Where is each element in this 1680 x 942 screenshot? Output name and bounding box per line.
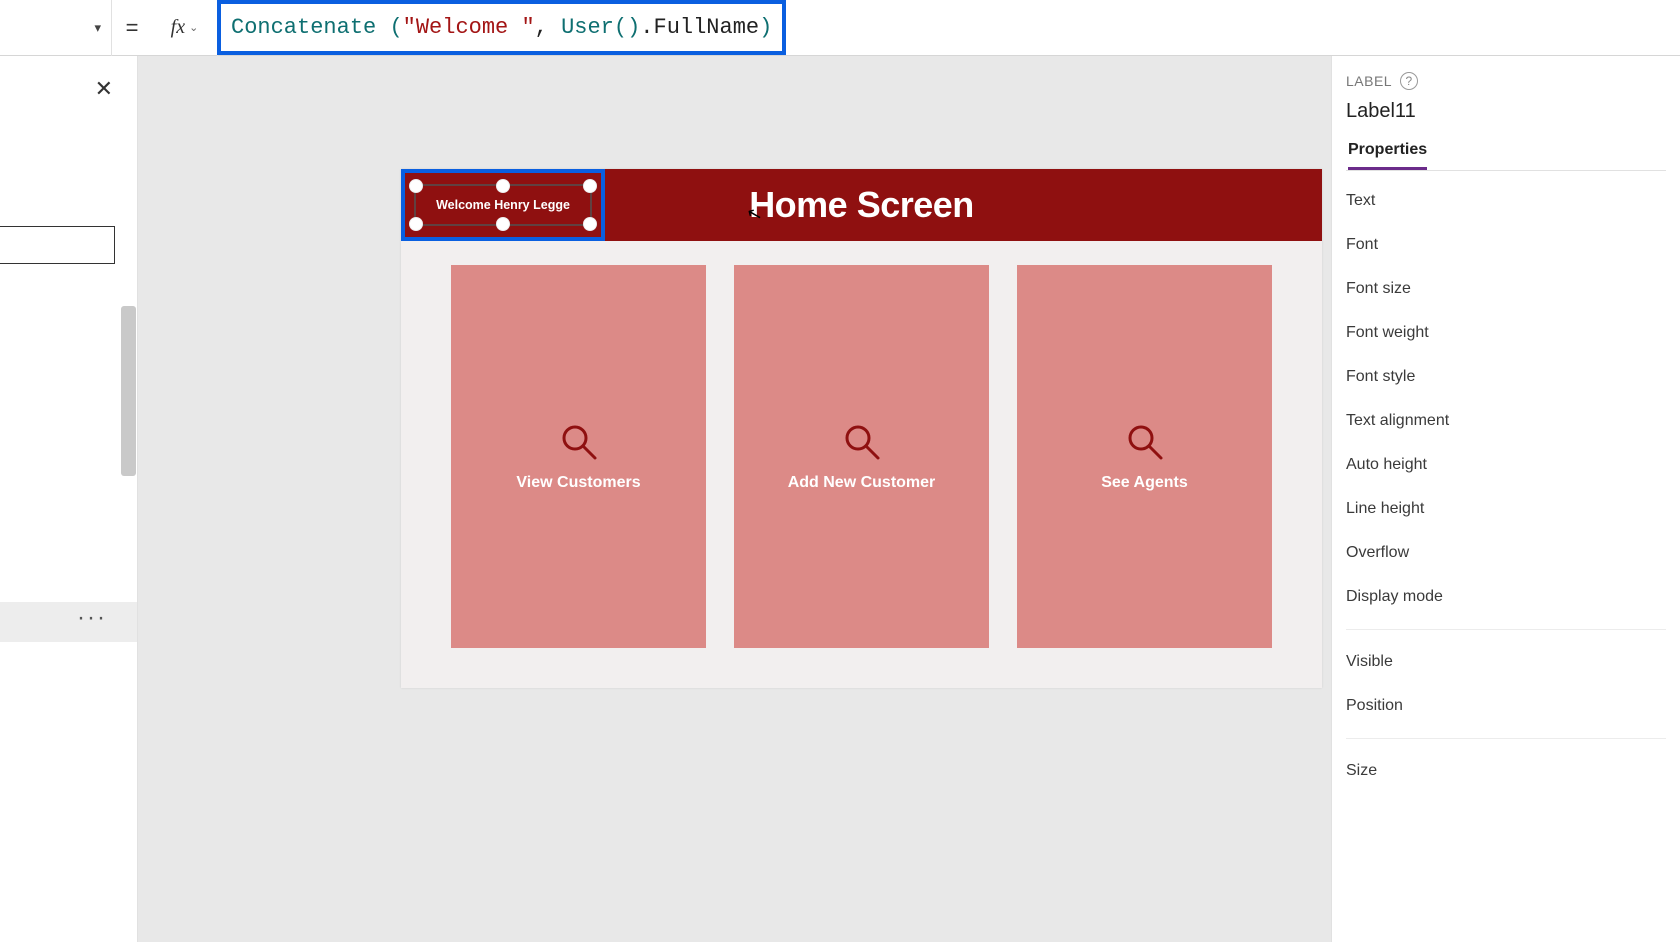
prop-text-alignment[interactable]: Text alignment (1346, 399, 1666, 443)
resize-handle[interactable] (409, 179, 423, 193)
prop-position[interactable]: Position (1346, 684, 1666, 728)
prop-text[interactable]: Text (1346, 179, 1666, 223)
prop-font-weight[interactable]: Font weight (1346, 311, 1666, 355)
main-area: ✕ ··· Welcome Henry Legge (0, 56, 1680, 942)
control-type-label: LABEL (1346, 73, 1392, 89)
app-header: Welcome Henry Legge Home Screen (401, 169, 1322, 241)
prop-size[interactable]: Size (1346, 749, 1666, 793)
resize-handle[interactable] (583, 179, 597, 193)
welcome-label[interactable]: Welcome Henry Legge (414, 184, 592, 226)
properties-tabs: Properties (1346, 141, 1666, 171)
scrollbar-thumb[interactable] (121, 306, 136, 476)
formula-token-comma: , (535, 15, 561, 40)
chevron-down-icon: ⌄ (189, 21, 198, 34)
card-label: View Customers (516, 474, 640, 492)
resize-handle[interactable] (496, 179, 510, 193)
formula-token-paren: () (614, 15, 640, 40)
cards-row: View Customers Add New Customer See Agen… (401, 241, 1322, 688)
prop-auto-height[interactable]: Auto height (1346, 443, 1666, 487)
resize-handle[interactable] (409, 217, 423, 231)
equals-sign: = (112, 15, 152, 41)
resize-handle[interactable] (583, 217, 597, 231)
chevron-down-icon: ▾ (94, 20, 101, 36)
help-icon[interactable]: ? (1400, 72, 1418, 90)
property-dropdown[interactable]: ▾ (0, 0, 112, 56)
search-icon (559, 422, 599, 462)
tree-selected-row[interactable] (0, 602, 137, 642)
fx-label: fx (171, 16, 185, 39)
fx-button[interactable]: fx ⌄ (152, 0, 218, 56)
card-see-agents[interactable]: See Agents (1017, 265, 1272, 648)
prop-group-divider (1346, 629, 1666, 640)
selection-outline: Welcome Henry Legge (401, 169, 605, 241)
formula-token-ident: User (561, 15, 614, 40)
prop-visible[interactable]: Visible (1346, 640, 1666, 684)
prop-font[interactable]: Font (1346, 223, 1666, 267)
tree-search-input[interactable] (0, 226, 115, 264)
tree-view-panel: ✕ ··· (0, 56, 138, 942)
app-screen[interactable]: Welcome Henry Legge Home Screen (401, 169, 1322, 688)
close-icon[interactable]: ✕ (95, 76, 113, 102)
prop-font-size[interactable]: Font size (1346, 267, 1666, 311)
tab-properties[interactable]: Properties (1348, 141, 1427, 170)
page-title: Home Screen (749, 184, 974, 226)
properties-panel: LABEL ? Label11 Properties Text Font Fon… (1332, 56, 1680, 942)
welcome-text: Welcome Henry Legge (436, 198, 570, 212)
control-name: Label11 (1346, 100, 1666, 123)
formula-token-dot: .FullName (640, 15, 759, 40)
card-add-new-customer[interactable]: Add New Customer (734, 265, 989, 648)
formula-input-highlight: Concatenate ("Welcome ", User().FullName… (217, 0, 786, 55)
prop-font-style[interactable]: Font style (1346, 355, 1666, 399)
canvas[interactable]: Welcome Henry Legge Home Screen (138, 56, 1332, 942)
formula-token-paren: ) (759, 15, 772, 40)
prop-group-divider (1346, 738, 1666, 749)
card-view-customers[interactable]: View Customers (451, 265, 706, 648)
card-label: See Agents (1101, 474, 1188, 492)
prop-line-height[interactable]: Line height (1346, 487, 1666, 531)
formula-bar: ▾ = fx ⌄ Concatenate ("Welcome ", User()… (0, 0, 1680, 56)
ellipsis-icon[interactable]: ··· (77, 604, 107, 632)
resize-handle[interactable] (496, 217, 510, 231)
formula-token-func: Concatenate (231, 15, 389, 40)
formula-token-string: "Welcome " (403, 15, 535, 40)
formula-input[interactable]: Concatenate ("Welcome ", User().FullName… (231, 15, 772, 40)
prop-overflow[interactable]: Overflow (1346, 531, 1666, 575)
card-label: Add New Customer (788, 474, 936, 492)
search-icon (1125, 422, 1165, 462)
search-icon (842, 422, 882, 462)
formula-token-paren: ( (389, 15, 402, 40)
properties-heading: LABEL ? (1346, 72, 1666, 90)
prop-display-mode[interactable]: Display mode (1346, 575, 1666, 619)
properties-list: Text Font Font size Font weight Font sty… (1346, 179, 1666, 793)
